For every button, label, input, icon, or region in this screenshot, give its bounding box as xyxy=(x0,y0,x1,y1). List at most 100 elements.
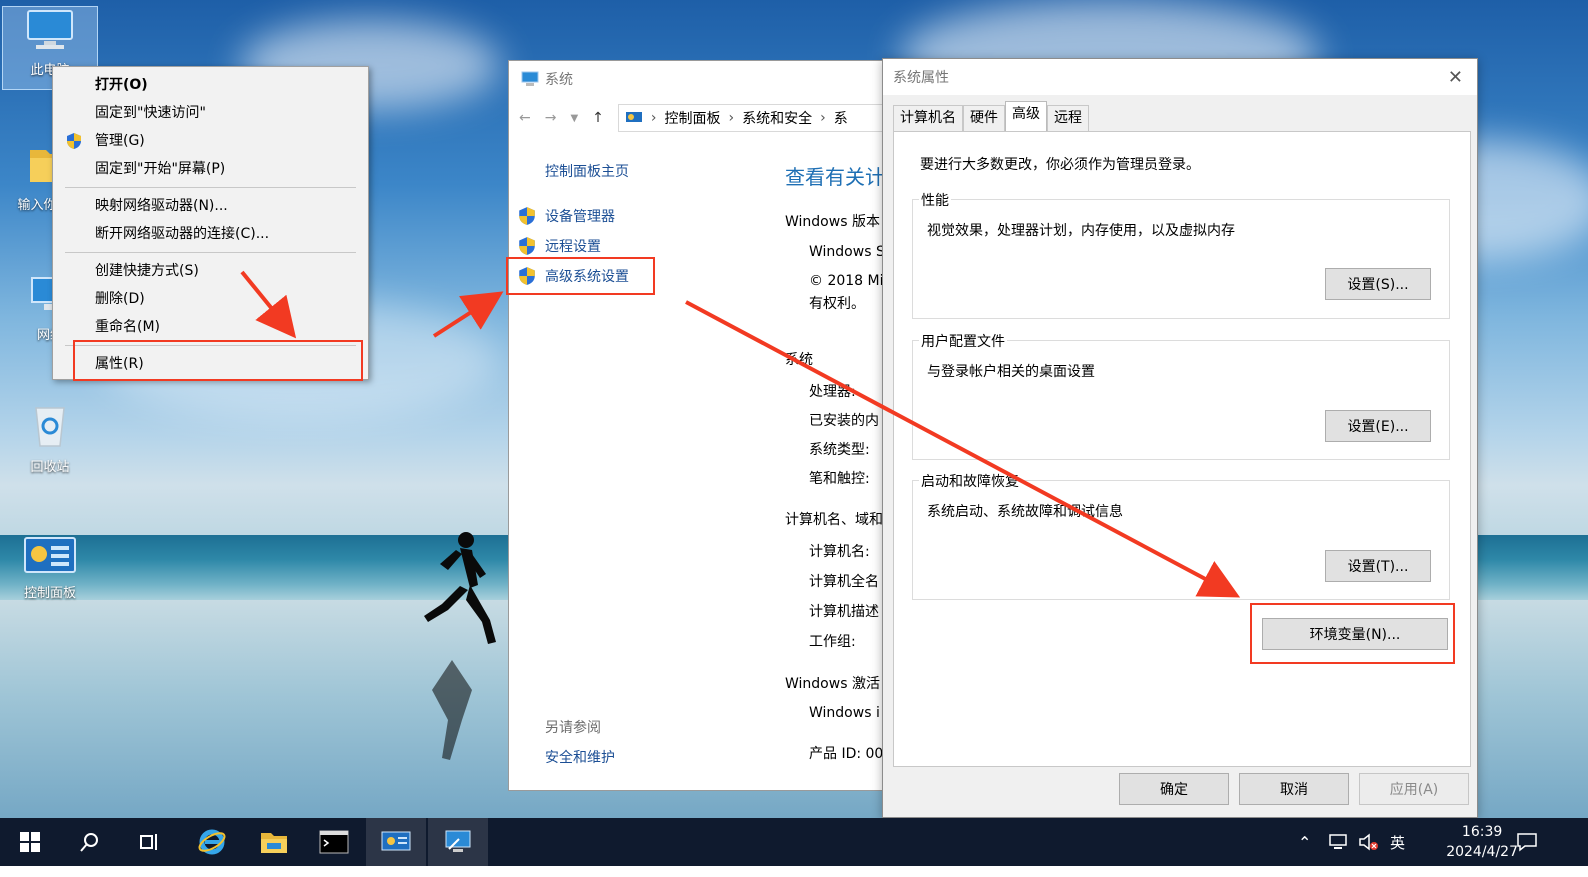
chevron-down-icon[interactable]: ▼ xyxy=(570,113,578,124)
task-view-button[interactable] xyxy=(120,818,180,866)
desktop-icon-recycle-bin[interactable]: 回收站 xyxy=(2,400,98,475)
tray-show-hidden[interactable]: ⌃ xyxy=(1298,818,1311,866)
menu-separator xyxy=(65,252,356,253)
advanced-tab-panel: 要进行大多数更改，你必须作为管理员登录。 性能 视觉效果，处理器计划，内存使用，… xyxy=(893,131,1471,767)
system-window-title: 系统 xyxy=(545,72,573,88)
control-panel-home-link[interactable]: 控制面板主页 xyxy=(545,161,629,181)
search-icon xyxy=(80,833,98,852)
windows-logo-icon xyxy=(20,832,40,852)
breadcrumb-separator: › xyxy=(820,110,826,126)
dialog-titlebar[interactable]: 系统属性 xyxy=(883,59,1477,95)
breadcrumb-control-panel[interactable]: 控制面板 xyxy=(665,108,721,128)
pen-touch-label: 笔和触控: xyxy=(809,471,870,487)
desktop-icon-control-panel[interactable]: 控制面板 xyxy=(2,536,98,601)
admin-note: 要进行大多数更改，你必须作为管理员登录。 xyxy=(920,157,1200,173)
menu-item-pin-start[interactable]: 固定到"开始"屏幕(P) xyxy=(53,155,368,183)
system-info-heading: 查看有关计 xyxy=(785,165,885,189)
task-view-icon xyxy=(140,834,157,850)
group-title: 启动和故障恢复 xyxy=(919,471,1021,491)
cancel-button[interactable]: 取消 xyxy=(1239,773,1349,805)
menu-item-label: 断开网络驱动器的连接(C)... xyxy=(95,226,270,242)
menu-item-manage[interactable]: 管理(G) xyxy=(53,127,368,155)
tray-ime[interactable]: 英 xyxy=(1390,818,1405,866)
performance-group: 性能 视觉效果，处理器计划，内存使用，以及虚拟内存 设置(S)... xyxy=(912,190,1450,319)
start-button[interactable] xyxy=(0,818,60,866)
tab-computer-name[interactable]: 计算机名 xyxy=(893,105,963,131)
runner-reflection xyxy=(432,660,472,760)
group-title: 性能 xyxy=(919,190,951,210)
group-title: 用户配置文件 xyxy=(919,331,1007,351)
tab-hardware[interactable]: 硬件 xyxy=(963,105,1005,131)
system-window-icon xyxy=(521,71,539,86)
search-button[interactable] xyxy=(60,818,120,866)
menu-item-label: 固定到"快速访问" xyxy=(95,105,206,121)
windows-activation-label: Windows 激活 xyxy=(785,676,880,692)
taskbar-clock[interactable]: 16:39 2024/4/27 xyxy=(1446,822,1518,862)
menu-item-rename[interactable]: 重命名(M) xyxy=(53,313,368,341)
system-icon xyxy=(381,831,411,851)
menu-item-label: 打开(O) xyxy=(95,77,148,93)
internet-explorer-icon xyxy=(198,829,226,855)
forward-arrow-icon[interactable]: → xyxy=(545,110,557,126)
system-info-content: 查看有关计 xyxy=(785,161,891,204)
menu-item-open[interactable]: 打开(O) xyxy=(53,71,368,99)
system-properties-icon xyxy=(445,830,471,852)
system-window: 系统 ← → ▼ ↑ › 控制面板 › 系统和安全 › 系 控制面板主页 设备管… xyxy=(508,60,892,791)
recycle-bin-icon xyxy=(35,407,65,447)
startup-recovery-settings-button[interactable]: 设置(T)... xyxy=(1325,550,1431,582)
tray-network[interactable] xyxy=(1328,818,1348,866)
highlight-advanced-settings xyxy=(506,257,655,295)
close-icon[interactable]: ✕ xyxy=(1448,67,1463,88)
copyright-text: © 2018 Mi xyxy=(809,273,884,289)
system-window-titlebar[interactable]: 系统 xyxy=(509,61,891,97)
address-bar[interactable]: › 控制面板 › 系统和安全 › 系 xyxy=(617,104,891,132)
desktop-icon-label: 回收站 xyxy=(30,460,70,475)
menu-item-label: 重命名(M) xyxy=(95,319,161,335)
ok-button[interactable]: 确定 xyxy=(1119,773,1229,805)
system-type-label: 系统类型: xyxy=(809,442,870,458)
shield-icon xyxy=(67,133,81,149)
performance-settings-button[interactable]: 设置(S)... xyxy=(1325,268,1431,300)
clock-date: 2024/4/27 xyxy=(1446,844,1518,860)
taskbar-internet-explorer[interactable] xyxy=(182,818,242,866)
windows-activation-value: Windows i xyxy=(809,705,880,721)
breadcrumb-system-security[interactable]: 系统和安全 xyxy=(742,108,812,128)
menu-item-label: 固定到"开始"屏幕(P) xyxy=(95,161,226,177)
tray-volume[interactable] xyxy=(1358,818,1380,866)
context-menu: 打开(O) 固定到"快速访问" 管理(G) 固定到"开始"屏幕(P) 映射网络驱… xyxy=(52,66,369,380)
computer-name-label: 计算机名: xyxy=(809,544,870,560)
menu-item-map-drive[interactable]: 映射网络驱动器(N)... xyxy=(53,192,368,220)
security-maintenance-link[interactable]: 安全和维护 xyxy=(545,747,615,767)
dialog-title: 系统属性 xyxy=(893,70,949,86)
action-center-button[interactable] xyxy=(1516,818,1538,866)
user-profiles-settings-button[interactable]: 设置(E)... xyxy=(1325,410,1431,442)
command-prompt-icon xyxy=(319,830,349,854)
menu-item-create-shortcut[interactable]: 创建快捷方式(S) xyxy=(53,257,368,285)
tab-advanced[interactable]: 高级 xyxy=(1005,101,1047,131)
taskbar-file-explorer[interactable] xyxy=(244,818,304,866)
highlight-environment-variables xyxy=(1250,603,1455,664)
apply-button[interactable]: 应用(A) xyxy=(1359,773,1469,805)
computer-name-section-label: 计算机名、域和 xyxy=(785,512,883,528)
installed-memory-label: 已安装的内 xyxy=(809,413,879,429)
shield-icon xyxy=(519,207,535,225)
computer-icon xyxy=(27,10,73,49)
breadcrumb-system[interactable]: 系 xyxy=(834,108,848,128)
menu-item-delete[interactable]: 删除(D) xyxy=(53,285,368,313)
taskbar-command-prompt[interactable] xyxy=(304,818,364,866)
clock-time: 16:39 xyxy=(1461,824,1503,840)
back-arrow-icon[interactable]: ← xyxy=(519,110,531,126)
taskbar-system-properties[interactable] xyxy=(428,818,488,866)
ime-indicator: 英 xyxy=(1390,833,1406,852)
group-description: 系统启动、系统故障和调试信息 xyxy=(927,504,1123,520)
menu-item-label: 管理(G) xyxy=(95,133,145,149)
up-arrow-icon[interactable]: ↑ xyxy=(592,110,604,126)
system-properties-dialog: 系统属性 ✕ 计算机名 硬件 高级 远程 要进行大多数更改，你必须作为管理员登录… xyxy=(882,58,1478,818)
tab-remote[interactable]: 远程 xyxy=(1047,105,1089,131)
menu-item-disconnect-drive[interactable]: 断开网络驱动器的连接(C)... xyxy=(53,220,368,248)
computer-description-label: 计算机描述 xyxy=(809,604,879,620)
menu-item-label: 删除(D) xyxy=(95,291,145,307)
taskbar-system[interactable] xyxy=(366,818,426,866)
menu-item-pin-quick-access[interactable]: 固定到"快速访问" xyxy=(53,99,368,127)
device-manager-link[interactable]: 设备管理器 xyxy=(519,201,629,231)
